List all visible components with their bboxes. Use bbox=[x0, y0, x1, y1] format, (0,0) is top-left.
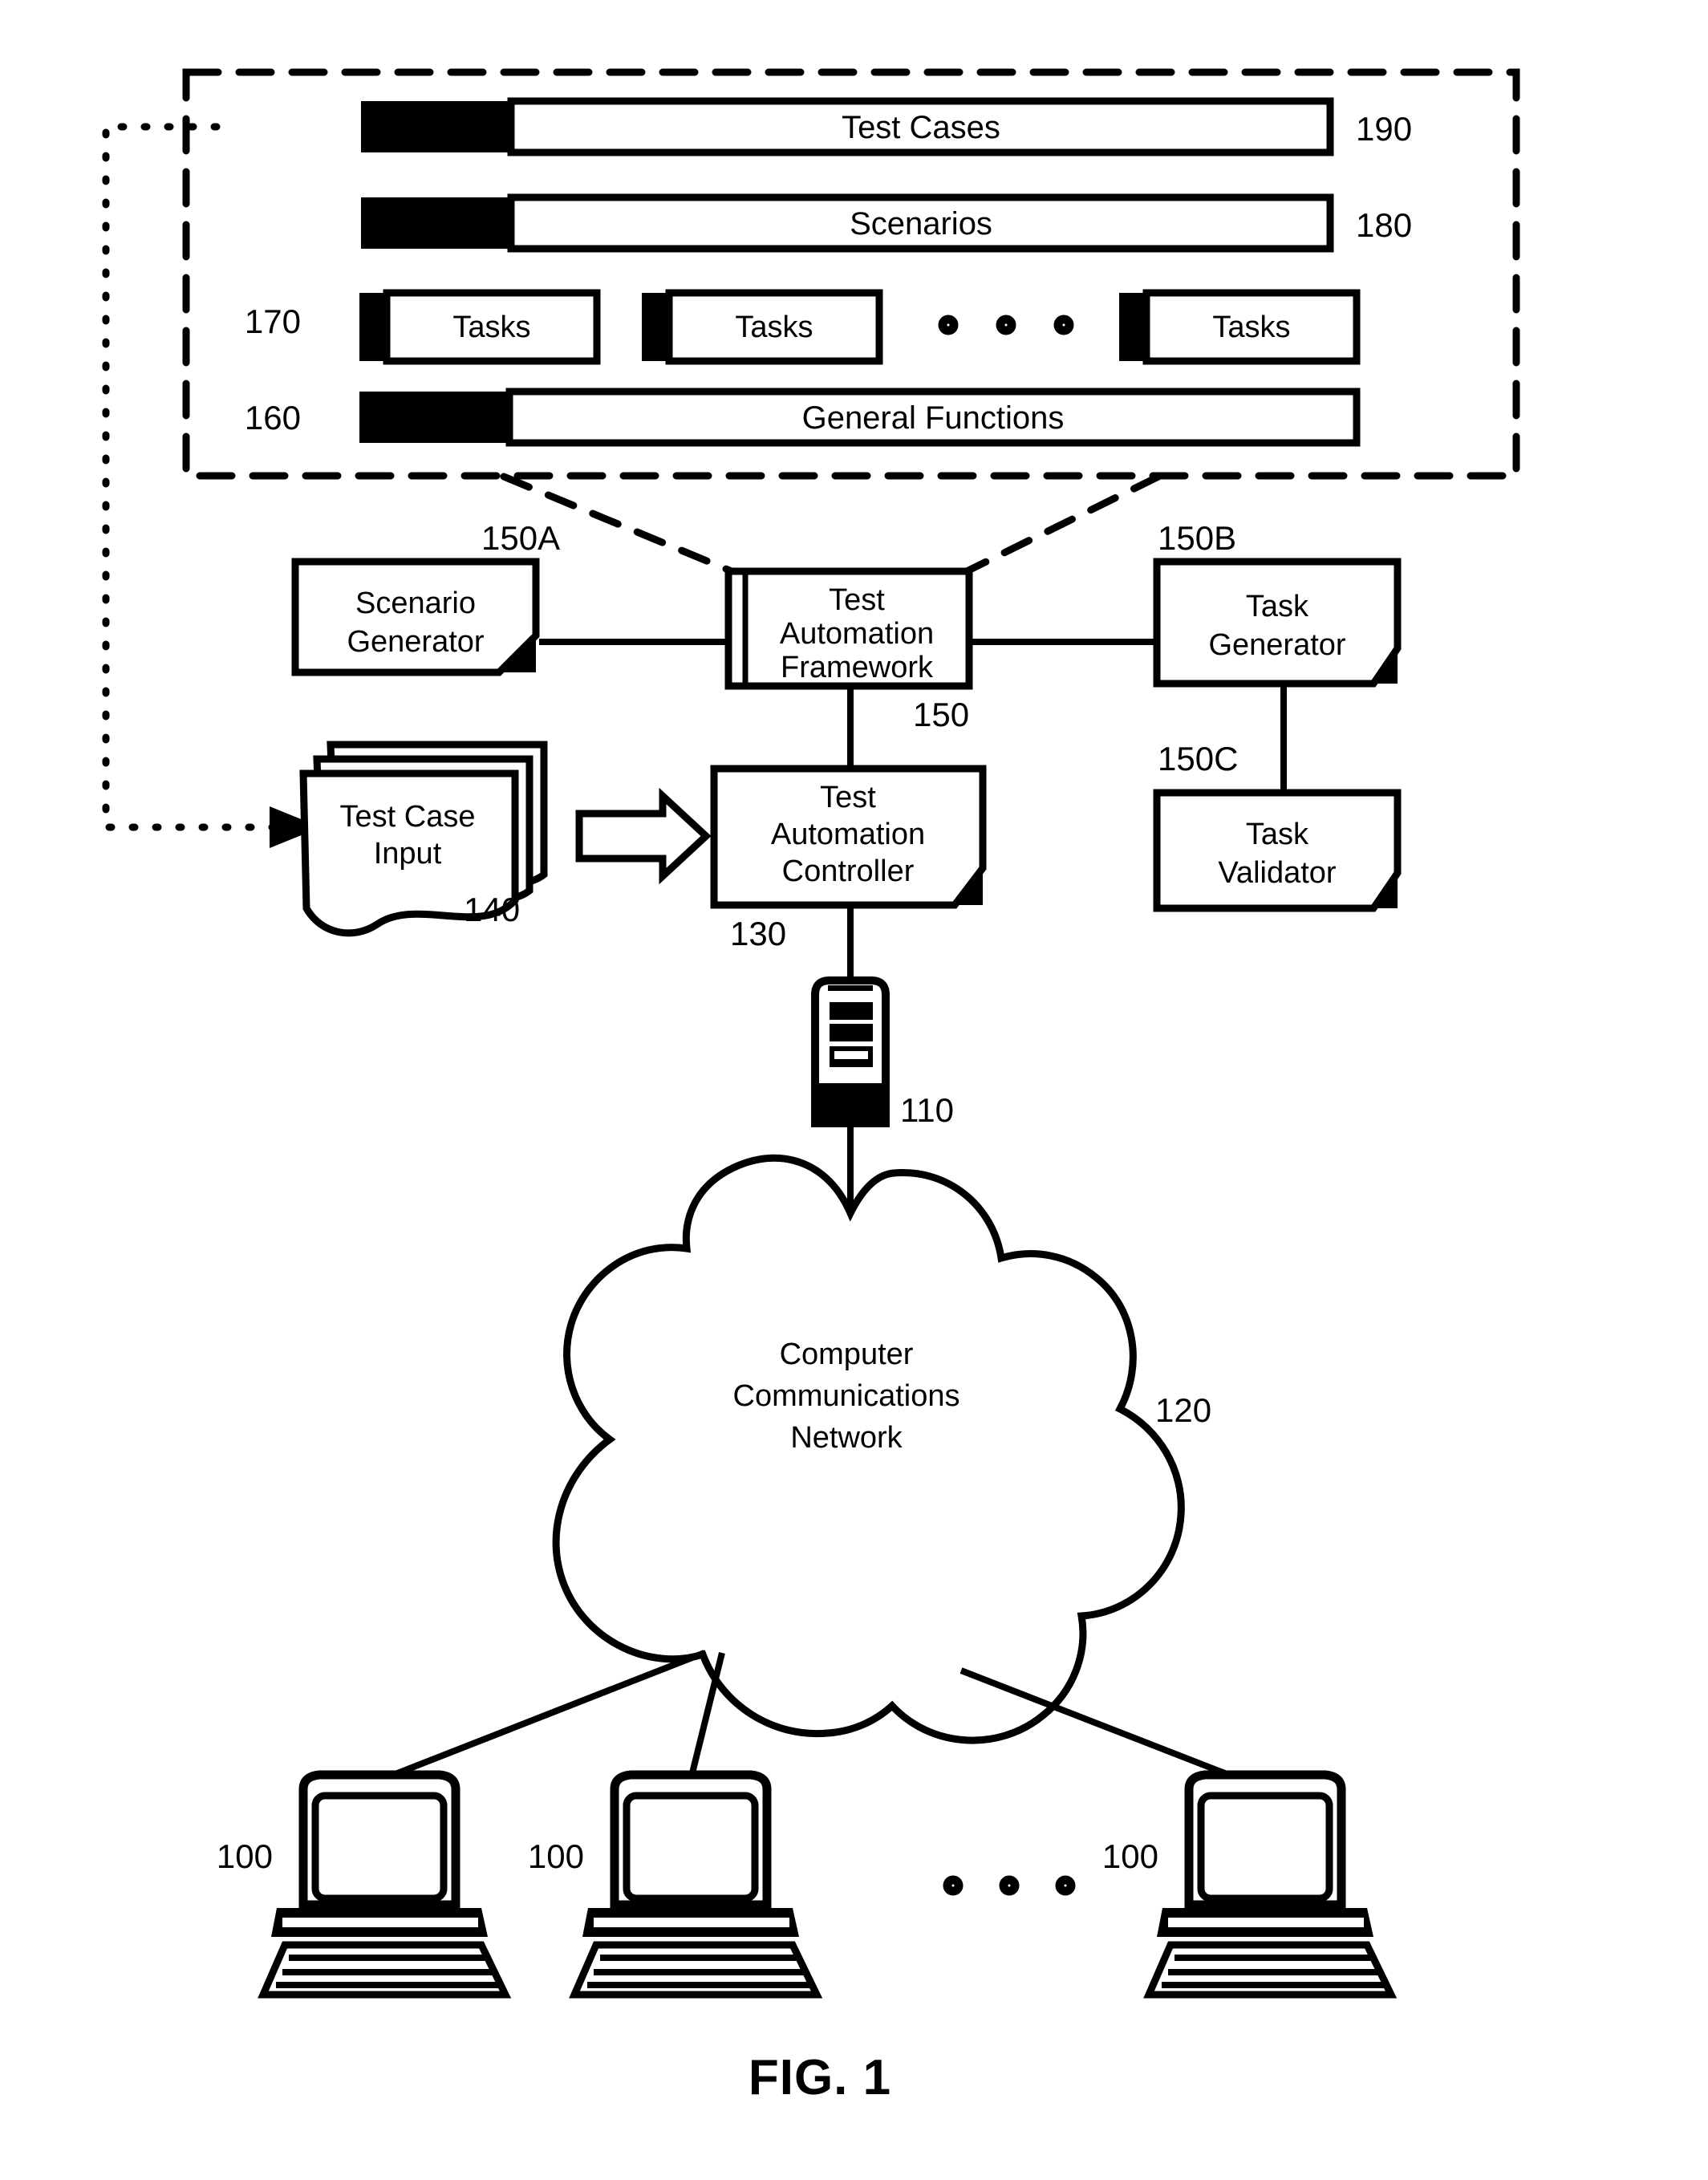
test-automation-framework-line1: Test bbox=[829, 583, 885, 617]
ref-100-right: 100 bbox=[1102, 1837, 1158, 1875]
client-workstation-1-icon bbox=[258, 1770, 512, 1999]
ref-150C: 150C bbox=[1158, 740, 1238, 777]
task-box-label-2: Tasks bbox=[735, 311, 813, 344]
ref-120: 120 bbox=[1155, 1391, 1211, 1429]
test-automation-controller-line2: Automation bbox=[771, 818, 925, 851]
network-cloud-line1: Computer bbox=[780, 1338, 914, 1371]
stack-bar-label-test-cases: Test Cases bbox=[842, 110, 1000, 145]
task-generator-line2: Generator bbox=[1208, 628, 1345, 662]
ref-180: 180 bbox=[1356, 206, 1412, 244]
scenario-generator-line2: Generator bbox=[347, 625, 484, 659]
ref-100-left: 100 bbox=[217, 1837, 273, 1875]
task-generator-line1: Task bbox=[1246, 590, 1309, 623]
task-box-label-1: Tasks bbox=[452, 311, 530, 344]
ref-150A: 150A bbox=[481, 519, 560, 557]
test-automation-framework-line3: Framework bbox=[781, 651, 934, 684]
ref-110: 110 bbox=[900, 1091, 954, 1129]
ref-100-middle: 100 bbox=[528, 1837, 584, 1875]
ref-170: 170 bbox=[245, 302, 301, 340]
test-case-feedback-path bbox=[102, 123, 321, 848]
client-workstation-3-icon bbox=[1143, 1770, 1398, 1999]
ref-150B: 150B bbox=[1158, 519, 1236, 557]
task-validator-line1: Task bbox=[1246, 818, 1309, 851]
scenario-generator-line1: Scenario bbox=[355, 587, 476, 620]
test-automation-framework-line2: Automation bbox=[780, 617, 934, 651]
stack-bar-scenarios bbox=[361, 193, 1334, 253]
client-workstation-2-icon bbox=[569, 1770, 823, 1999]
ref-130: 130 bbox=[730, 915, 786, 952]
task-row-ellipsis-icon bbox=[938, 315, 1074, 335]
figure-caption: FIG. 1 bbox=[749, 2050, 891, 2105]
flow-arrow-icon bbox=[575, 787, 712, 885]
ref-140: 140 bbox=[464, 891, 520, 928]
ref-160: 160 bbox=[245, 399, 301, 436]
network-cloud-line3: Network bbox=[790, 1421, 903, 1455]
patent-figure-page: Test Cases 190 Scenarios 180 170 Tasks T… bbox=[0, 0, 1708, 2180]
figure-canvas: Test Cases 190 Scenarios 180 170 Tasks T… bbox=[102, 68, 1520, 2105]
server-tower-icon bbox=[811, 976, 890, 1127]
ref-150: 150 bbox=[913, 696, 969, 733]
network-cloud-line2: Communications bbox=[733, 1379, 960, 1413]
stack-bar-label-scenarios: Scenarios bbox=[850, 206, 992, 242]
test-case-input-line2: Input bbox=[374, 837, 442, 871]
task-validator-line2: Validator bbox=[1218, 856, 1337, 890]
test-case-input-line1: Test Case bbox=[340, 800, 476, 834]
task-box-label-3: Tasks bbox=[1212, 311, 1290, 344]
stack-bar-label-general-functions: General Functions bbox=[802, 400, 1065, 436]
client-row-ellipsis-icon bbox=[943, 1875, 1076, 1896]
ref-190: 190 bbox=[1356, 110, 1412, 148]
test-automation-controller-line1: Test bbox=[820, 781, 876, 814]
test-automation-controller-line3: Controller bbox=[782, 855, 915, 888]
stack-to-framework-connectors bbox=[500, 473, 1162, 575]
